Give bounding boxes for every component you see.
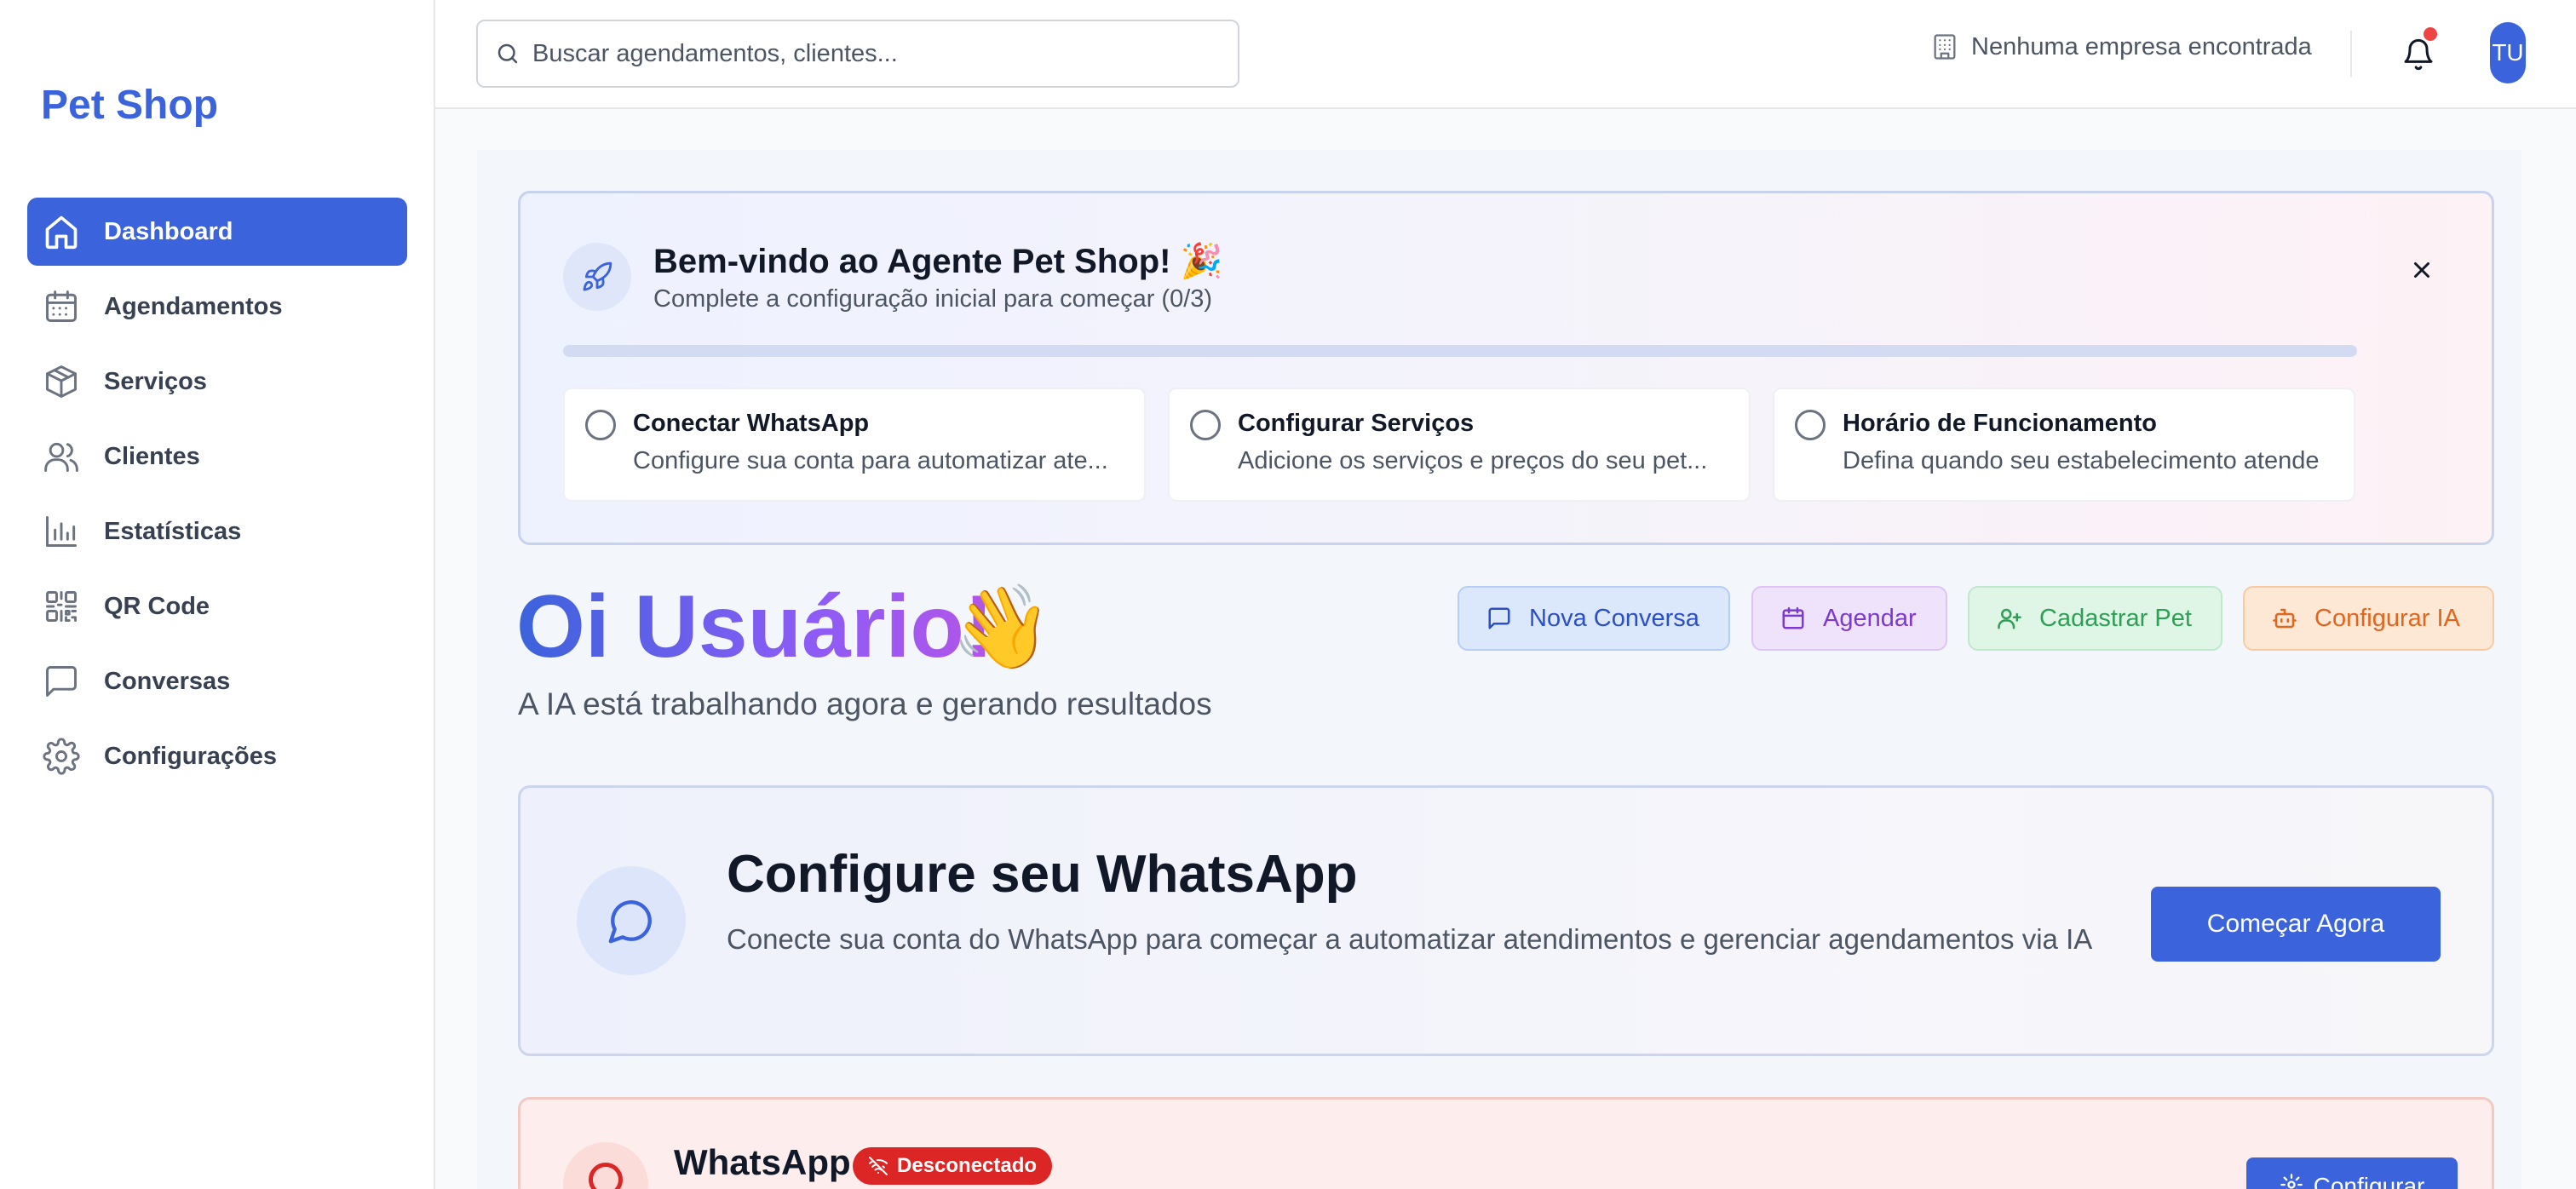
- sidebar-item-qr-code[interactable]: QR Code: [27, 572, 407, 640]
- wifi-off-icon: [869, 1157, 888, 1175]
- user-plus-icon: [1998, 608, 2021, 629]
- calendar-icon: [43, 288, 80, 325]
- step-checkbox[interactable]: [1190, 410, 1221, 440]
- step-description: Defina quando seu estabelecimento atende: [1843, 447, 2320, 474]
- onboarding-progress-bar: [563, 345, 2357, 357]
- button-label: Agendar: [1823, 604, 1917, 632]
- start-now-button[interactable]: Começar Agora: [2151, 887, 2441, 962]
- message-square-icon: [1488, 607, 1510, 629]
- button-label: Nova Conversa: [1529, 604, 1699, 632]
- whatsapp-setup-title: Configure seu WhatsApp: [727, 845, 1358, 904]
- status-badge: Desconectado: [853, 1147, 1053, 1185]
- step-business-hours[interactable]: Horário de Funcionamento Defina quando s…: [1773, 388, 2355, 502]
- avatar[interactable]: TU: [2490, 22, 2526, 83]
- message-square-icon: [43, 663, 80, 700]
- sidebar: Pet Shop Dashboard Agendamentos Serviços…: [0, 0, 435, 1189]
- sidebar-item-servicos[interactable]: Serviços: [27, 348, 407, 416]
- party-emoji: 🎉: [1180, 243, 1223, 280]
- top-bar: Nenhuma empresa encontrada TU: [435, 0, 2576, 109]
- bell-icon: [2404, 38, 2433, 71]
- button-label: Configurar: [2313, 1173, 2425, 1189]
- close-icon: [2414, 262, 2429, 278]
- status-icon: [563, 1142, 648, 1189]
- sidebar-item-label: Dashboard: [104, 217, 233, 245]
- sidebar-item-label: Agendamentos: [104, 292, 283, 320]
- schedule-button[interactable]: Agendar: [1751, 586, 1947, 651]
- whatsapp-status-card: WhatsApp Desconectado Configurar: [518, 1097, 2494, 1189]
- step-checkbox[interactable]: [585, 410, 616, 440]
- home-icon: [43, 213, 80, 250]
- rocket-icon: [563, 243, 631, 311]
- company-selector[interactable]: Nenhuma empresa encontrada: [1930, 32, 2312, 61]
- wave-emoji: 👋: [951, 582, 1053, 673]
- close-button[interactable]: [2406, 255, 2437, 285]
- badge-label: Desconectado: [897, 1154, 1038, 1177]
- onboarding-steps: Conectar WhatsApp Configure sua conta pa…: [563, 388, 2355, 502]
- step-title: Conectar WhatsApp: [633, 410, 870, 437]
- chat-bubble-icon: [577, 866, 686, 975]
- sidebar-item-estatisticas[interactable]: Estatísticas: [27, 497, 407, 566]
- step-title: Horário de Funcionamento: [1843, 410, 2157, 437]
- button-label: Configurar IA: [2314, 604, 2460, 632]
- whatsapp-status-title: WhatsApp: [674, 1142, 851, 1182]
- step-connect-whatsapp[interactable]: Conectar WhatsApp Configure sua conta pa…: [563, 388, 1146, 502]
- sidebar-item-clientes[interactable]: Clientes: [27, 422, 407, 491]
- sidebar-item-conversas[interactable]: Conversas: [27, 647, 407, 715]
- step-title: Configurar Serviços: [1238, 410, 1475, 437]
- qr-code-icon: [43, 588, 80, 625]
- settings-icon: [2280, 1174, 2303, 1189]
- sidebar-item-agendamentos[interactable]: Agendamentos: [27, 273, 407, 341]
- notifications-button[interactable]: [2395, 27, 2442, 78]
- brand-logo[interactable]: Pet Shop: [41, 82, 218, 129]
- sidebar-item-configuracoes[interactable]: Configurações: [27, 722, 407, 790]
- building-icon: [1934, 34, 1956, 60]
- search-icon: [497, 43, 518, 64]
- sidebar-item-label: Clientes: [104, 442, 200, 470]
- sidebar-item-label: Configurações: [104, 742, 278, 770]
- notification-dot: [2424, 27, 2437, 41]
- settings-icon: [43, 738, 80, 775]
- bar-chart-icon: [43, 513, 80, 550]
- sidebar-nav: Dashboard Agendamentos Serviços Clientes…: [27, 198, 407, 797]
- sidebar-item-label: QR Code: [104, 592, 210, 620]
- search-input[interactable]: [532, 39, 1231, 68]
- configure-ai-button[interactable]: Configurar IA: [2243, 586, 2494, 651]
- onboarding-subtitle: Complete a configuração inicial para com…: [653, 285, 1213, 313]
- step-description: Adicione os serviços e preços do seu pet…: [1238, 447, 1708, 474]
- whatsapp-setup-card: Configure seu WhatsApp Conecte sua conta…: [518, 785, 2494, 1056]
- bot-icon: [2273, 608, 2297, 629]
- new-chat-button[interactable]: Nova Conversa: [1458, 586, 1730, 651]
- search-box[interactable]: [476, 20, 1239, 88]
- sidebar-item-dashboard[interactable]: Dashboard: [27, 198, 407, 266]
- step-configure-services[interactable]: Configurar Serviços Adicione os serviços…: [1168, 388, 1751, 502]
- greeting-title: Oi Usuário!: [516, 577, 994, 676]
- register-pet-button[interactable]: Cadastrar Pet: [1968, 586, 2222, 651]
- users-icon: [43, 438, 80, 475]
- whatsapp-setup-description: Conecte sua conta do WhatsApp para começ…: [727, 923, 2093, 955]
- button-label: Cadastrar Pet: [2039, 604, 2192, 632]
- configure-button[interactable]: Configurar: [2246, 1157, 2458, 1189]
- sidebar-item-label: Conversas: [104, 667, 231, 695]
- onboarding-card: Bem-vindo ao Agente Pet Shop! 🎉 Complete…: [518, 191, 2494, 545]
- sidebar-item-label: Serviços: [104, 367, 207, 395]
- package-icon: [43, 363, 80, 400]
- step-description: Configure sua conta para automatizar ate…: [633, 447, 1108, 474]
- divider: [2350, 31, 2352, 77]
- company-name: Nenhuma empresa encontrada: [1971, 32, 2312, 60]
- sidebar-item-label: Estatísticas: [104, 517, 242, 545]
- step-checkbox[interactable]: [1795, 410, 1826, 440]
- calendar-icon: [1782, 606, 1804, 629]
- greeting-subtitle: A IA está trabalhando agora e gerando re…: [518, 686, 1212, 721]
- onboarding-title: Bem-vindo ao Agente Pet Shop! 🎉: [653, 243, 1223, 280]
